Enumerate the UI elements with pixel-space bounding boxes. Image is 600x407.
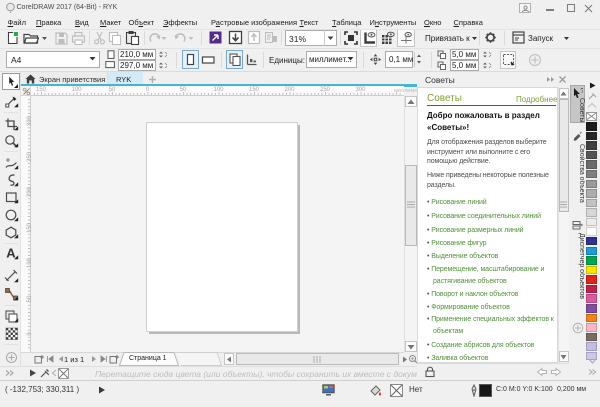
svg-text:?: ? [580, 88, 583, 95]
